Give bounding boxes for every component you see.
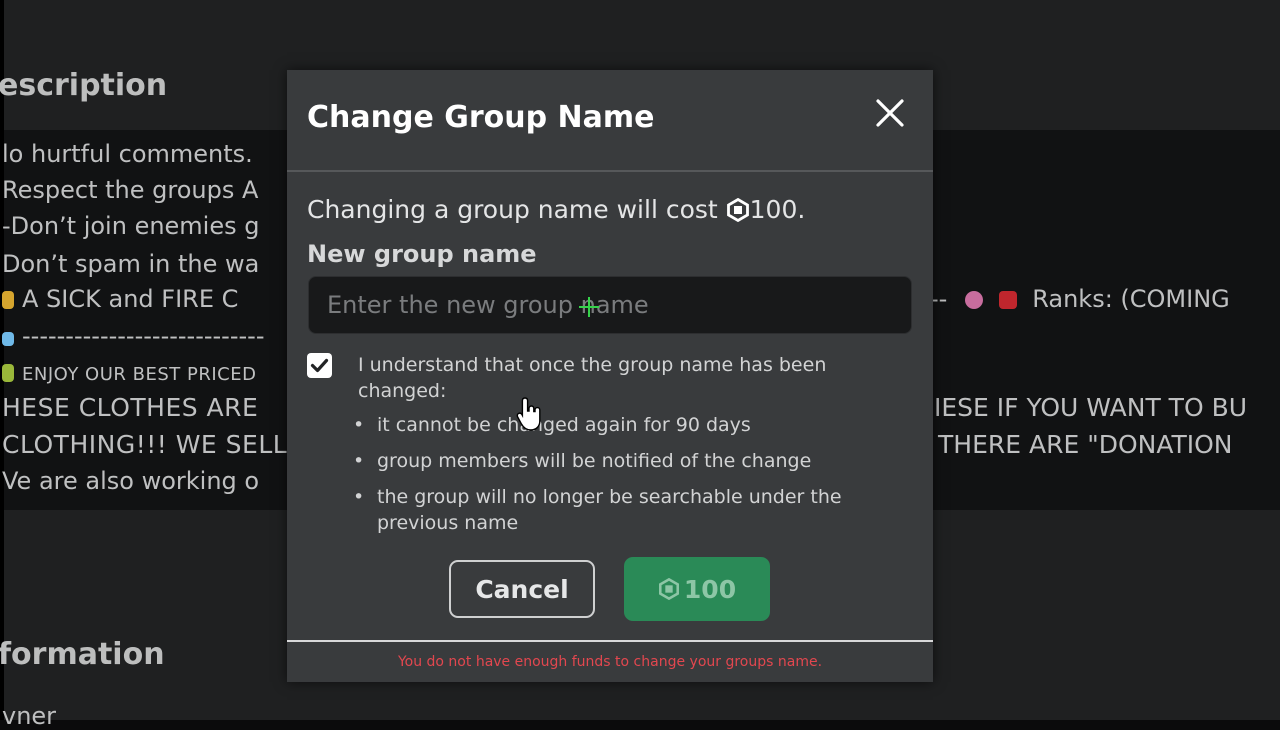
insufficient-funds-error: You do not have enough funds to change y…: [397, 654, 823, 670]
consequences-list: it cannot be changed again for 90 days g…: [353, 412, 897, 546]
money-bag-emoji-icon: [2, 364, 14, 382]
robux-icon: [658, 578, 679, 600]
description-divider-line: ----------------------------: [2, 322, 264, 350]
flower-emoji-icon: [964, 291, 983, 309]
description-line: -Don’t join enemies g: [2, 212, 260, 240]
description-line: Ve are also working o: [2, 467, 260, 495]
description-line: Respect the groups A: [2, 176, 259, 204]
dialog-title: Change Group Name: [307, 100, 655, 135]
crosshair-cursor-icon: [579, 297, 599, 317]
list-item: group members will be notified of the ch…: [353, 448, 897, 474]
understand-checkbox[interactable]: [307, 353, 332, 378]
new-group-name-input[interactable]: [308, 276, 912, 334]
purchase-rename-button[interactable]: 100: [624, 557, 770, 621]
robux-icon: [726, 198, 749, 222]
cancel-button[interactable]: Cancel: [449, 560, 595, 618]
close-icon: [876, 99, 904, 127]
list-item: it cannot be changed again for 90 days: [353, 412, 897, 438]
description-right-fragment: IESE IF YOU WANT TO BU: [934, 393, 1248, 422]
description-right-fragment: THERE ARE "DONATION: [938, 430, 1233, 459]
description-line-with-emoji: ENJOY OUR BEST PRICED: [2, 364, 256, 385]
description-line: CLOTHING!!! WE SELL: [2, 430, 288, 459]
footer-divider: [287, 640, 933, 642]
description-right-fragment: -- Ranks: (COMING: [930, 285, 1230, 313]
understand-checkbox-label: I understand that once the group name ha…: [358, 354, 827, 402]
diamond-emoji-icon: [2, 332, 14, 346]
sparkle-emoji-icon: [2, 291, 14, 309]
dialog-header: Change Group Name: [287, 70, 933, 172]
description-line: lo hurtful comments.: [2, 140, 253, 168]
description-heading: escription: [0, 68, 168, 103]
description-line: Don’t spam in the wa: [2, 250, 260, 278]
owner-label: vner: [2, 702, 57, 730]
new-group-name-label: New group name: [307, 240, 537, 268]
telephone-emoji-icon: [998, 291, 1017, 309]
close-button[interactable]: [873, 96, 907, 130]
change-group-name-dialog: Change Group Name Changing a group name …: [287, 70, 933, 682]
left-edge: [0, 0, 4, 720]
hand-pointer-cursor-icon: [516, 397, 541, 431]
list-item: the group will no longer be searchable u…: [353, 484, 897, 536]
description-line-with-emoji: A SICK and FIRE C: [2, 285, 238, 313]
description-line: HESE CLOTHES ARE: [2, 393, 259, 422]
checkmark-icon: [310, 358, 329, 373]
cost-notice: Changing a group name will cost 100.: [307, 195, 806, 224]
purchase-amount: 100: [683, 574, 737, 604]
information-heading: formation: [0, 637, 165, 672]
